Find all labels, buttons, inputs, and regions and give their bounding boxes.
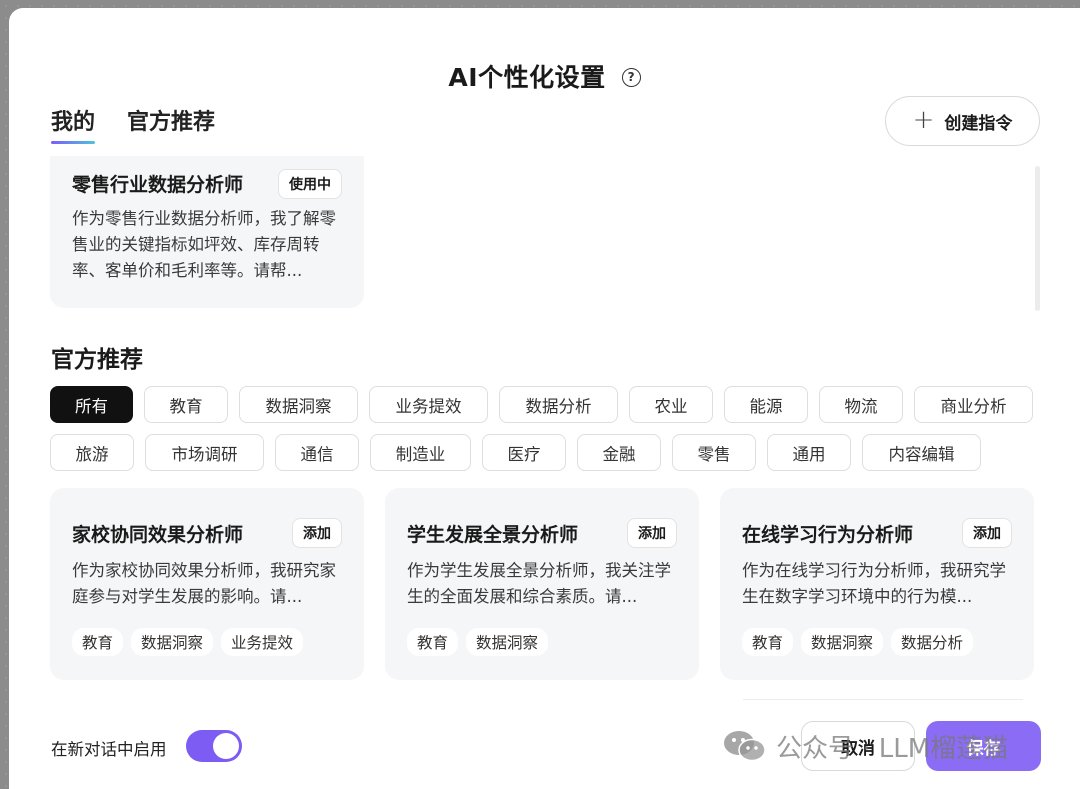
filter-chip[interactable]: 业务提效 bbox=[369, 386, 488, 423]
filter-chip[interactable]: 数据洞察 bbox=[239, 386, 358, 423]
card-description: 作为零售行业数据分析师，我了解零售业的关键指标如坪效、库存周转率、客单价和毛利率… bbox=[72, 209, 336, 280]
filter-chip[interactable]: 物流 bbox=[819, 386, 903, 423]
filter-chip[interactable]: 教育 bbox=[144, 386, 228, 423]
tab-mine[interactable]: 我的 bbox=[51, 104, 96, 144]
scrollbar[interactable] bbox=[1035, 166, 1040, 311]
filter-chip[interactable]: 农业 bbox=[629, 386, 713, 423]
filter-chip[interactable]: 医疗 bbox=[482, 434, 566, 471]
tag: 数据洞察 bbox=[131, 628, 214, 656]
section-title: 官方推荐 bbox=[51, 347, 143, 373]
toggle-knob bbox=[213, 733, 239, 759]
card-tags: 教育 数据洞察 bbox=[407, 628, 549, 656]
filter-chip[interactable]: 内容编辑 bbox=[862, 434, 981, 471]
tag: 教育 bbox=[407, 628, 459, 656]
divider bbox=[743, 699, 1023, 700]
filter-chip[interactable]: 旅游 bbox=[50, 434, 134, 471]
card-title: 在线学习行为分析师 bbox=[742, 523, 914, 546]
settings-dialog: AI个性化设置 ? 我的 官方推荐 + 创建指令 零售行业数据分析师 使用中 作… bbox=[9, 8, 1080, 789]
tag: 业务提效 bbox=[221, 628, 304, 656]
card-description: 作为在线学习行为分析师，我研究学生在数字学习环境中的行为模... bbox=[742, 561, 1006, 606]
add-button[interactable]: 添加 bbox=[962, 518, 1012, 548]
enable-in-new-chat-toggle[interactable] bbox=[186, 730, 242, 762]
filter-row-2: 旅游 市场调研 通信 制造业 医疗 金融 零售 通用 内容编辑 bbox=[50, 434, 981, 471]
filter-chip[interactable]: 商业分析 bbox=[914, 386, 1033, 423]
filter-chip[interactable]: 通用 bbox=[767, 434, 851, 471]
add-button[interactable]: 添加 bbox=[292, 518, 342, 548]
card-tags: 教育 数据洞察 业务提效 bbox=[72, 628, 304, 656]
tag: 教育 bbox=[72, 628, 124, 656]
wechat-icon bbox=[724, 731, 766, 762]
filter-chip[interactable]: 通信 bbox=[275, 434, 359, 471]
add-button[interactable]: 添加 bbox=[627, 518, 677, 548]
plus-icon: + bbox=[912, 104, 935, 135]
card-description: 作为学生发展全景分析师，我关注学生的全面发展和综合素质。请... bbox=[407, 561, 671, 606]
card-title: 零售行业数据分析师 bbox=[72, 174, 244, 196]
tab-official-recommend[interactable]: 官方推荐 bbox=[127, 104, 215, 144]
dialog-title: AI个性化设置 bbox=[448, 63, 606, 92]
filter-chip[interactable]: 数据分析 bbox=[499, 386, 618, 423]
create-instruction-label: 创建指令 bbox=[944, 113, 1013, 134]
card-description: 作为家校协同效果分析师，我研究家庭参与对学生发展的影响。请... bbox=[72, 561, 336, 606]
create-instruction-button[interactable]: + 创建指令 bbox=[885, 96, 1040, 146]
filter-chip[interactable]: 能源 bbox=[724, 386, 808, 423]
filter-chip[interactable]: 金融 bbox=[577, 434, 661, 471]
filter-chip[interactable]: 零售 bbox=[672, 434, 756, 471]
filter-chip[interactable]: 所有 bbox=[50, 386, 133, 423]
filter-chip[interactable]: 市场调研 bbox=[145, 434, 264, 471]
card-tags: 教育 数据洞察 数据分析 bbox=[742, 628, 974, 656]
tag: 教育 bbox=[742, 628, 794, 656]
card-title: 学生发展全景分析师 bbox=[407, 523, 579, 546]
recommend-card[interactable]: 在线学习行为分析师 添加 作为在线学习行为分析师，我研究学生在数字学习环境中的行… bbox=[720, 488, 1034, 680]
in-use-badge: 使用中 bbox=[278, 168, 342, 199]
recommend-card[interactable]: 家校协同效果分析师 添加 作为家校协同效果分析师，我研究家庭参与对学生发展的影响… bbox=[50, 488, 364, 680]
tag: 数据洞察 bbox=[801, 628, 884, 656]
tab-bar: 我的 官方推荐 bbox=[51, 104, 215, 144]
dialog-header: AI个性化设置 ? bbox=[9, 56, 1080, 96]
enable-in-new-chat-label: 在新对话中启用 bbox=[51, 740, 167, 759]
tag: 数据分析 bbox=[891, 628, 974, 656]
filter-chip[interactable]: 制造业 bbox=[370, 434, 471, 471]
filter-row-1: 所有 教育 数据洞察 业务提效 数据分析 农业 能源 物流 商业分析 bbox=[50, 386, 1033, 423]
cancel-button[interactable]: 取消 bbox=[801, 721, 915, 771]
recommend-card[interactable]: 学生发展全景分析师 添加 作为学生发展全景分析师，我关注学生的全面发展和综合素质… bbox=[385, 488, 699, 680]
save-button[interactable]: 保存 bbox=[926, 721, 1041, 771]
my-instruction-card[interactable]: 零售行业数据分析师 使用中 作为零售行业数据分析师，我了解零售业的关键指标如坪效… bbox=[50, 156, 364, 308]
card-title: 家校协同效果分析师 bbox=[72, 523, 244, 546]
tag: 数据洞察 bbox=[466, 628, 549, 656]
help-icon[interactable]: ? bbox=[621, 67, 641, 87]
